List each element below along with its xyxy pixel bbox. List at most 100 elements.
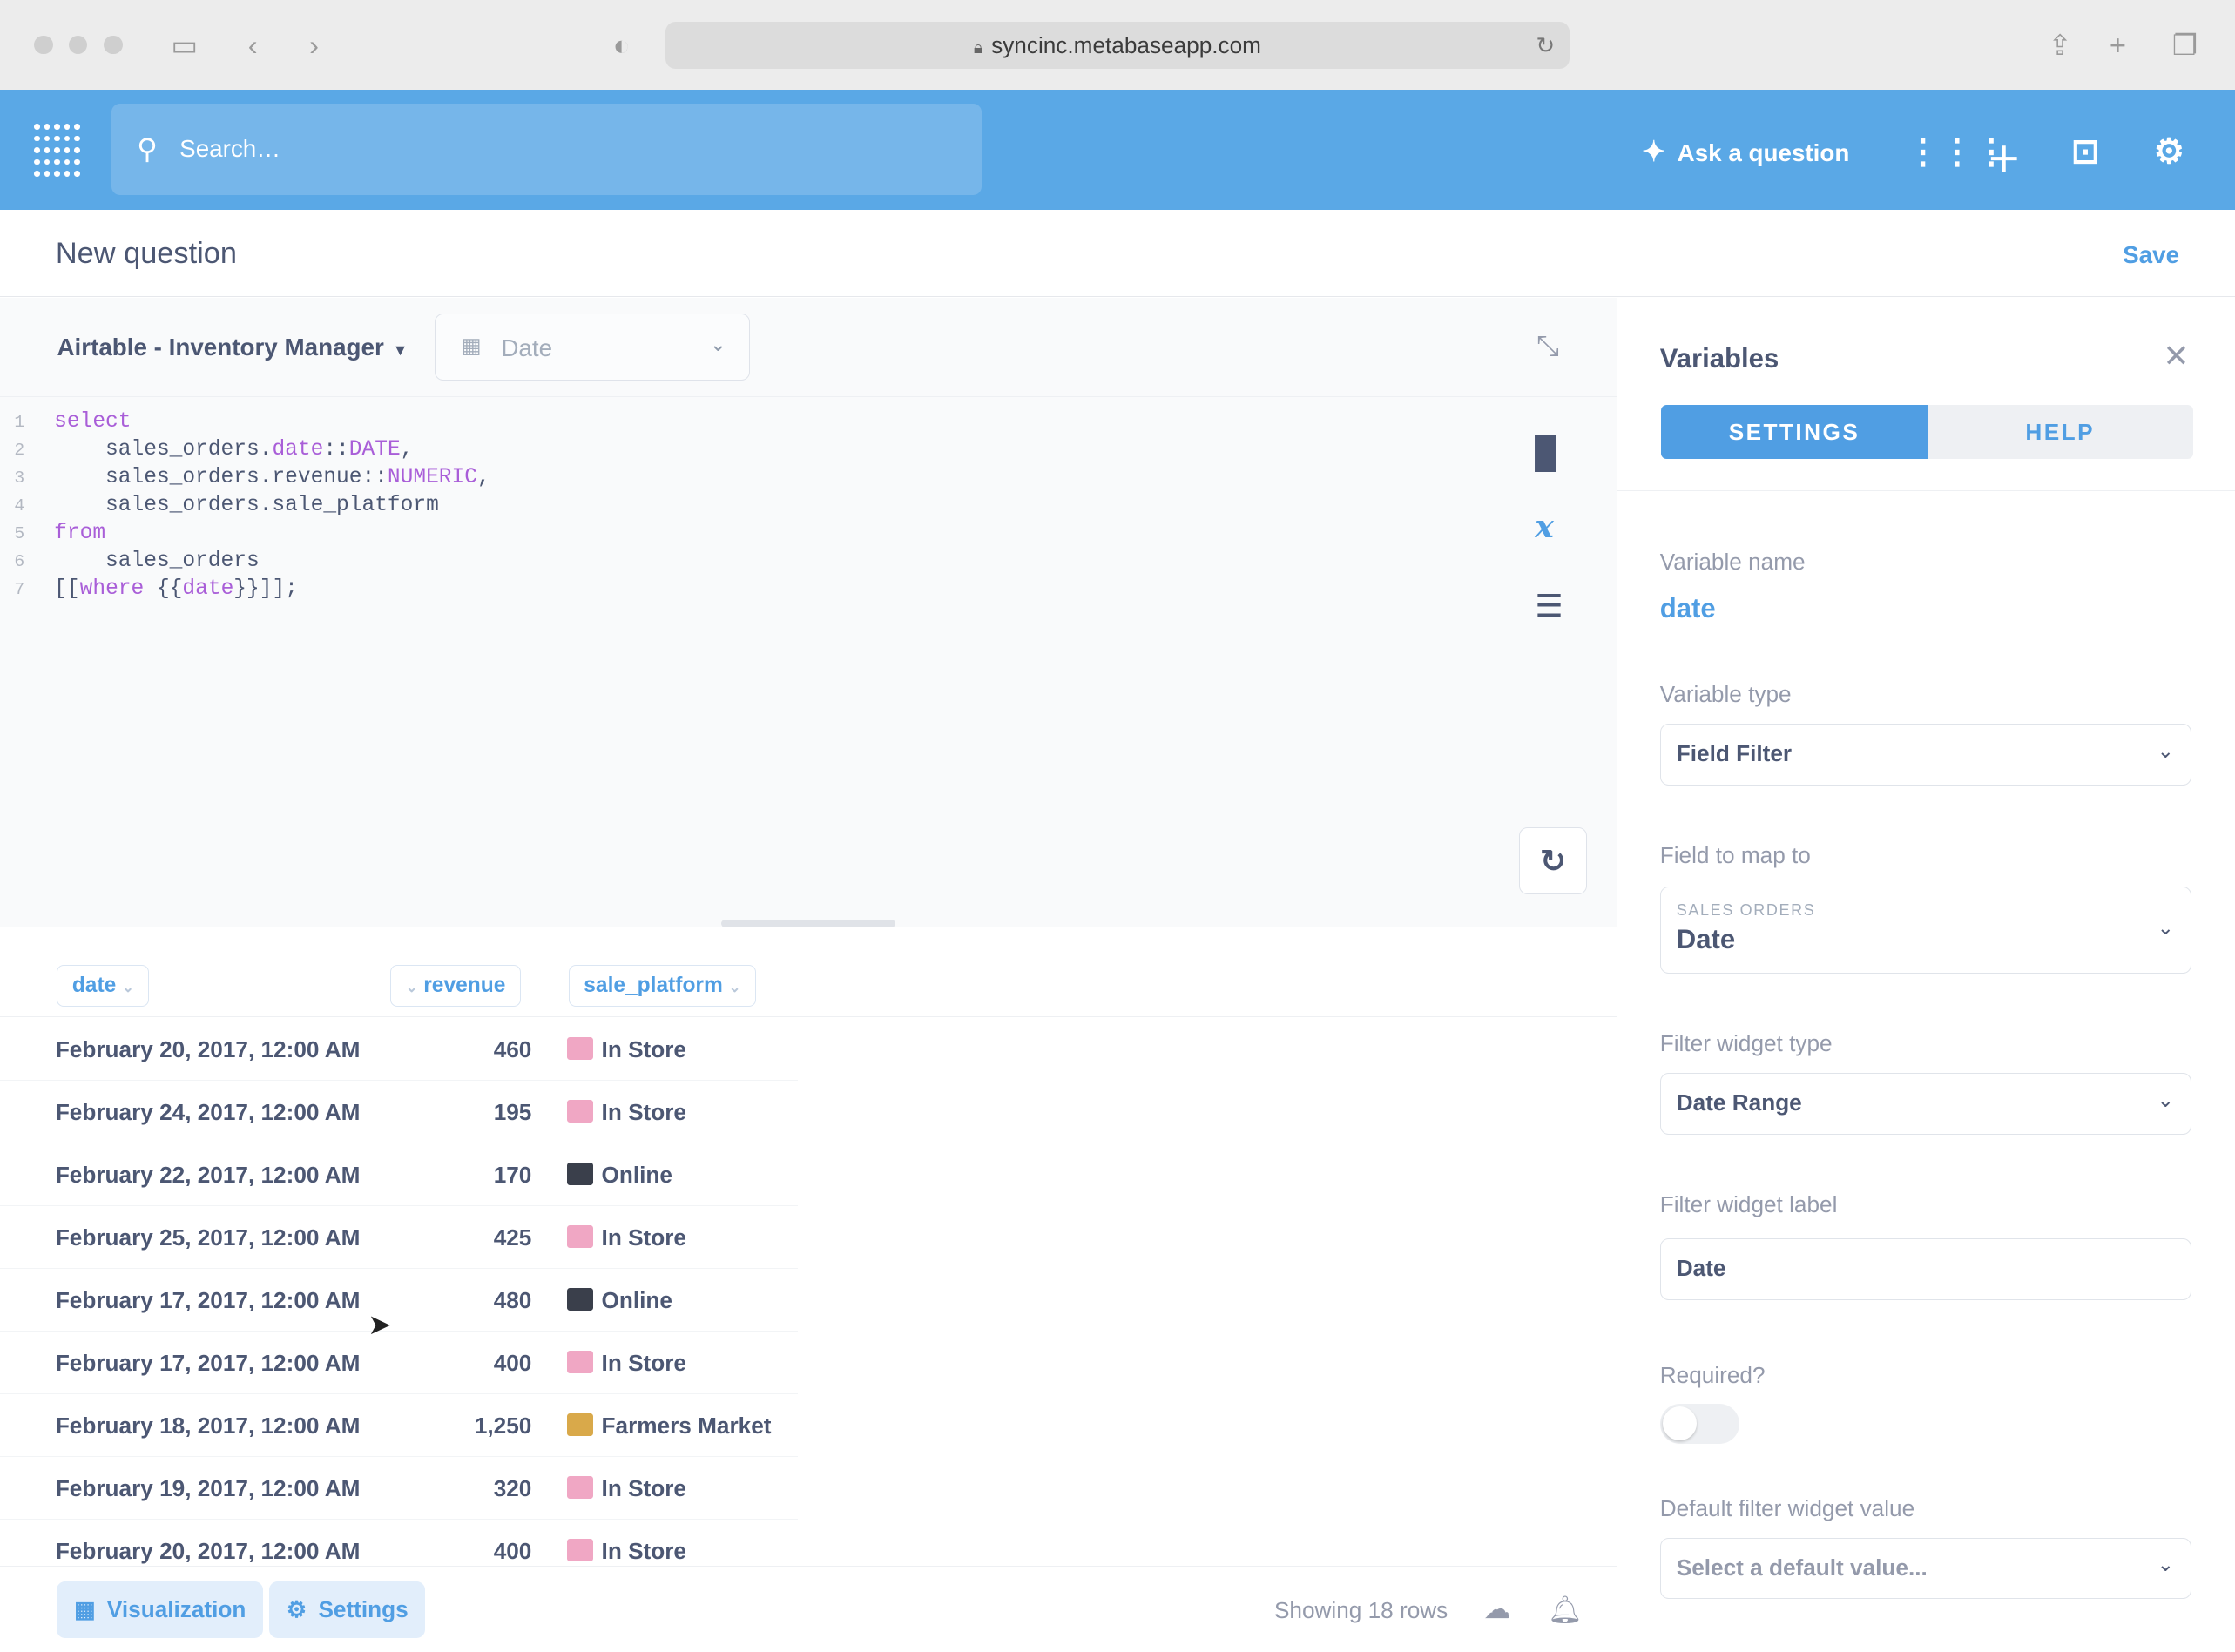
sql-editor[interactable]: 1 select 2 sales_orders.date::DATE, 3 sal… [0,395,1617,927]
table-row: February 17, 2017, 12:00 AM 480 Online [0,1268,799,1332]
cell-platform[interactable]: In Store [567,1350,686,1377]
column-header-revenue[interactable]: ⌄ revenue [390,964,521,1007]
share-icon[interactable]: ⇪ [2049,29,2072,62]
search-placeholder: Search… [179,135,281,163]
tab-overview-icon[interactable]: ❐ [2172,29,2198,62]
save-button[interactable]: Save [2123,241,2179,269]
window-close-button[interactable] [34,35,53,55]
visualization-button[interactable]: ▦ Visualization [57,1581,264,1639]
tab-settings[interactable]: SETTINGS [1661,404,1928,459]
window-zoom-button[interactable] [104,35,123,55]
cell-revenue[interactable]: 195 [414,1099,532,1126]
required-toggle[interactable] [1659,1403,1740,1444]
cell-platform[interactable]: In Store [567,1099,686,1126]
variable-type-select[interactable]: Field Filter ⌄ [1659,724,2192,786]
visualization-label: Visualization [106,1595,246,1622]
table-row: February 20, 2017, 12:00 AM 460 In Store [0,1017,799,1082]
cell-date[interactable]: February 22, 2017, 12:00 AM [56,1162,361,1189]
cell-revenue[interactable]: 480 [414,1287,532,1314]
reload-icon[interactable]: ↻ [1536,22,1555,69]
cell-revenue[interactable]: 400 [414,1538,532,1565]
sql-editor-icon[interactable]: ⊡ [2071,132,2100,172]
tab-help[interactable]: HELP [1928,405,2193,459]
cell-date[interactable]: February 25, 2017, 12:00 AM [56,1224,361,1251]
platform-icon [567,1475,593,1499]
cell-date[interactable]: February 24, 2017, 12:00 AM [56,1099,361,1126]
cell-platform[interactable]: In Store [567,1036,686,1063]
cell-revenue[interactable]: 460 [414,1036,532,1063]
cell-revenue[interactable]: 320 [414,1475,532,1502]
default-value-select[interactable]: Select a default value... ⌄ [1659,1537,2192,1600]
cell-date[interactable]: February 18, 2017, 12:00 AM [56,1413,361,1440]
snippets-icon[interactable]: ☰ [1535,588,1563,624]
refresh-icon: ↻ [1539,843,1567,880]
address-bar[interactable]: 🔒︎ syncinc.metabaseapp.com ↻ [665,21,1570,69]
privacy-shield-icon[interactable]: ◐ [613,29,631,62]
chevron-down-icon: ⌄ [405,979,418,995]
bell-icon[interactable]: 🔔︎ [1548,1594,1582,1626]
table-row: February 17, 2017, 12:00 AM 400 In Store [0,1331,799,1395]
window-minimize-button[interactable] [68,35,87,55]
field-name: Date [1676,924,1736,955]
cell-platform[interactable]: Online [567,1162,672,1189]
widget-type-label: Filter widget type [1659,1030,1833,1057]
column-header-sale-platform[interactable]: sale_platform ⌄ [568,964,756,1007]
forward-arrow-icon[interactable]: › [309,29,319,62]
chevron-down-icon: ▼ [392,341,409,359]
question-header: New question Save [0,211,2235,298]
variables-panel: Variables ✕ SETTINGS HELP Variable name … [1616,298,2235,1652]
cell-date[interactable]: February 17, 2017, 12:00 AM [56,1350,361,1377]
field-map-select[interactable]: SALES ORDERS Date ⌄ [1659,886,2192,974]
cell-revenue[interactable]: 1,250 [414,1413,532,1440]
metabase-logo-icon[interactable] [34,124,80,178]
cell-date[interactable]: February 19, 2017, 12:00 AM [56,1475,361,1502]
close-icon[interactable]: ✕ [2163,338,2189,374]
column-header-date[interactable]: date ⌄ [57,964,150,1007]
new-plus-icon[interactable]: ＋ [1987,132,2021,182]
cell-revenue[interactable]: 425 [414,1224,532,1251]
mouse-cursor-icon: ➤ [368,1308,392,1341]
ask-question-button[interactable]: ✦ Ask a question [1642,135,1849,168]
page-title: New question [55,236,237,270]
collapse-editor-icon[interactable]: ⤡ [1536,329,1559,363]
database-selector[interactable]: Airtable - Inventory Manager ▼ [57,334,408,361]
sidebar-toggle-icon[interactable]: ▭ [171,29,198,62]
cell-revenue[interactable]: 170 [414,1162,532,1189]
cell-platform[interactable]: In Store [567,1475,686,1502]
data-reference-icon[interactable]: ▉ [1535,435,1559,472]
table-row: February 20, 2017, 12:00 AM 400 In Store [0,1519,798,1566]
row-count: Showing 18 rows [1273,1596,1448,1623]
back-arrow-icon[interactable]: ‹ [248,29,258,62]
run-query-button[interactable]: ↻ [1519,827,1587,895]
required-label: Required? [1659,1362,1766,1389]
platform-icon [567,1036,593,1060]
variable-name-label: Variable name [1659,549,1806,575]
cell-platform[interactable]: In Store [567,1538,686,1565]
cell-platform[interactable]: In Store [567,1224,686,1251]
code-line: 1 select [14,409,132,434]
cell-date[interactable]: February 20, 2017, 12:00 AM [56,1036,361,1063]
editor-toolbar: Airtable - Inventory Manager ▼ ▦ Date ⌄ ⤡ [0,298,1617,396]
sql-code[interactable]: 1 select 2 sales_orders.date::DATE, 3 sal… [0,408,490,603]
date-filter-widget[interactable]: ▦ Date ⌄ [435,314,751,381]
table-row: February 24, 2017, 12:00 AM 195 In Store [0,1080,799,1144]
table-row: February 25, 2017, 12:00 AM 425 In Store [0,1205,799,1270]
widget-type-select[interactable]: Date Range ⌄ [1659,1073,2192,1135]
cell-date[interactable]: February 20, 2017, 12:00 AM [56,1538,361,1565]
chevron-down-icon: ⌄ [122,979,134,995]
cell-date[interactable]: February 17, 2017, 12:00 AM [56,1287,361,1314]
cell-platform[interactable]: Farmers Market [567,1413,771,1440]
table-row: February 18, 2017, 12:00 AM 1,250 Farmers … [0,1393,799,1458]
download-icon[interactable]: ☁ [1483,1594,1510,1625]
code-line: 3 sales_orders.revenue::NUMERIC, [14,466,490,490]
new-tab-icon[interactable]: + [2110,29,2126,62]
settings-button[interactable]: ⚙ Settings [269,1581,426,1639]
cell-platform[interactable]: Online [567,1287,672,1314]
cell-revenue[interactable]: 400 [414,1350,532,1377]
results-footer: ▦ Visualization ⚙ Settings Showing 18 rows… [0,1566,1617,1652]
variables-x-icon[interactable]: x [1535,509,1553,545]
widget-label-input[interactable]: Date [1659,1238,2192,1300]
search-input[interactable]: ⚲ Search… [111,104,982,196]
chevron-down-icon: ⌄ [2157,915,2174,939]
gear-icon[interactable]: ⚙ [2154,132,2184,172]
